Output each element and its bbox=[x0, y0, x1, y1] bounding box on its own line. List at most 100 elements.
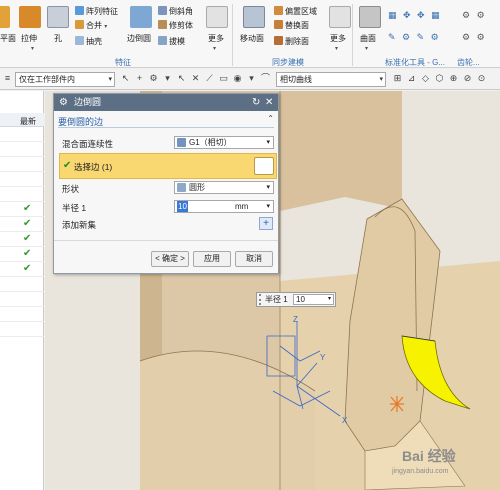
tree-row[interactable]: ✔ bbox=[0, 262, 44, 277]
filter-icon[interactable]: ▾ bbox=[162, 73, 173, 84]
tree-row[interactable] bbox=[0, 292, 44, 307]
draft-button[interactable]: 拔模 bbox=[158, 36, 185, 47]
std-tools-icons[interactable]: ▦ ✥ ✥ ▦ bbox=[388, 10, 442, 20]
tree-row[interactable] bbox=[0, 322, 44, 337]
drag-handle[interactable] bbox=[259, 294, 263, 305]
camera-icon[interactable]: ◉ bbox=[232, 73, 243, 84]
group-feature-label: 特征 bbox=[115, 58, 131, 67]
tool-g-icon[interactable]: ⊙ bbox=[476, 73, 487, 84]
more-features-dropdown-icon[interactable]: ▾ bbox=[213, 44, 216, 54]
gear-tools-icons[interactable]: ⚙ ⚙ bbox=[462, 10, 487, 20]
merge-button[interactable]: 合并 ▾ bbox=[75, 20, 107, 32]
collapse-icon[interactable]: ⌃ bbox=[267, 114, 274, 123]
edges-section-header[interactable]: 要倒圆的边 ⌃ bbox=[58, 114, 274, 128]
tool-c-icon[interactable]: ◇ bbox=[420, 73, 431, 84]
edge-blend-button[interactable]: 边倒圆 bbox=[127, 34, 151, 44]
curve-rule-select[interactable]: 相切曲线 ▾ bbox=[276, 72, 386, 87]
tool-f-icon[interactable]: ⊘ bbox=[462, 73, 473, 84]
tool-d-icon[interactable]: ⬡ bbox=[434, 73, 445, 84]
tree-row[interactable] bbox=[0, 172, 44, 187]
chevron-down-icon[interactable]: ▾ bbox=[266, 201, 270, 212]
continuity-select[interactable]: G1（相切） ▾ bbox=[174, 136, 274, 149]
menu-icon[interactable]: ≡ bbox=[2, 73, 13, 84]
dialog-titlebar[interactable]: ⚙ 边倒圆 ↻ ✕ bbox=[54, 94, 278, 111]
dialog-title: 边倒圆 bbox=[74, 97, 102, 107]
surface-icon[interactable] bbox=[359, 6, 381, 28]
tree-row[interactable] bbox=[0, 307, 44, 322]
group-gear-label: 齿轮... bbox=[457, 58, 480, 67]
extrude-icon[interactable] bbox=[19, 6, 41, 28]
more-sync-dropdown-icon[interactable]: ▾ bbox=[335, 44, 338, 54]
chevron-down-icon: ▾ bbox=[266, 184, 270, 191]
scope-filter-select[interactable]: 仅在工作部件内 ▾ bbox=[15, 72, 115, 87]
reset-icon[interactable]: ↻ bbox=[252, 94, 260, 111]
extrude-button[interactable]: 拉伸 bbox=[21, 34, 37, 44]
tree-row[interactable] bbox=[0, 142, 44, 157]
plane-icon[interactable] bbox=[0, 6, 10, 28]
tree-row[interactable] bbox=[0, 277, 44, 292]
add-new-set-label: 添加新集 bbox=[62, 220, 97, 230]
gear-tools-icons-2[interactable]: ⚙ ⚙ bbox=[462, 32, 487, 42]
deselect-icon[interactable]: ✕ bbox=[190, 73, 201, 84]
edge-blend-icon[interactable] bbox=[130, 6, 152, 28]
floating-radius-field[interactable]: 10 ▾ bbox=[293, 294, 334, 305]
trim-body-button[interactable]: 修剪体 bbox=[158, 20, 193, 31]
apply-button[interactable]: 应用 bbox=[193, 251, 231, 267]
ok-button[interactable]: < 确定 > bbox=[151, 251, 189, 267]
tree-row[interactable]: ✔ bbox=[0, 217, 44, 232]
close-icon[interactable]: ✕ bbox=[265, 94, 273, 111]
shape-select[interactable]: 圆形 ▾ bbox=[174, 181, 274, 194]
edge-mode-icon[interactable]: ▾ bbox=[246, 73, 257, 84]
ribbon-plane-label[interactable]: 平面 bbox=[0, 34, 16, 44]
axis-x-label: X bbox=[342, 416, 348, 425]
select-edge-row[interactable]: ✔ 选择边 (1) bbox=[59, 153, 277, 179]
chamfer-button[interactable]: 倒斜角 bbox=[158, 6, 193, 17]
tool-b-icon[interactable]: ⊿ bbox=[406, 73, 417, 84]
view-icon[interactable]: ▭ bbox=[218, 73, 229, 84]
more-features-button[interactable]: 更多 bbox=[208, 34, 224, 44]
tree-row[interactable]: ✔ bbox=[0, 232, 44, 247]
radius-input[interactable]: 10 mm ▾ bbox=[174, 200, 274, 213]
shell-button[interactable]: 抽壳 bbox=[75, 36, 102, 47]
hole-icon[interactable] bbox=[47, 6, 69, 28]
chevron-down-icon[interactable]: ▾ bbox=[328, 295, 331, 304]
settings-icon[interactable]: ⚙ bbox=[148, 73, 159, 84]
select-arrow2-icon[interactable]: ↖ bbox=[176, 73, 187, 84]
edge-icon[interactable]: ⟋ bbox=[204, 73, 215, 84]
surface-dropdown-icon[interactable]: ▾ bbox=[365, 44, 368, 54]
tool-a-icon[interactable]: ⊞ bbox=[392, 73, 403, 84]
std-tools-icons-2[interactable]: ✎ ⚙ ✎ ⚙ bbox=[388, 32, 441, 42]
more-sync-button[interactable]: 更多 bbox=[330, 34, 346, 44]
column-latest-header[interactable]: 最新 bbox=[20, 116, 36, 127]
tool-e-icon[interactable]: ⊕ bbox=[448, 73, 459, 84]
select-arrow-icon[interactable]: ↖ bbox=[120, 73, 131, 84]
offset-region-button[interactable]: 偏置区域 bbox=[274, 6, 317, 17]
more-sync-icon[interactable] bbox=[329, 6, 351, 28]
floating-radius-input[interactable]: 半径 1 10 ▾ bbox=[256, 292, 336, 307]
surface-button[interactable]: 曲面 bbox=[360, 34, 376, 44]
tree-row[interactable] bbox=[0, 157, 44, 172]
tree-row[interactable] bbox=[0, 187, 44, 202]
ribbon: 平面 拉伸 ▾ 孔 阵列特征 合并 ▾ 抽壳 边倒圆 倒斜角 修剪体 拔模 更多… bbox=[0, 0, 500, 68]
cancel-button[interactable]: 取消 bbox=[235, 251, 273, 267]
add-new-set-button[interactable]: + bbox=[259, 217, 273, 230]
chamfer-icon bbox=[158, 6, 167, 15]
tree-row[interactable]: ✔ bbox=[0, 247, 44, 262]
ribbon-divider bbox=[352, 4, 353, 66]
tree-row[interactable] bbox=[0, 127, 44, 142]
move-face-button[interactable]: 移动面 bbox=[240, 34, 264, 44]
chevron-down-icon: ▾ bbox=[266, 139, 270, 146]
delete-face-button[interactable]: 删除面 bbox=[274, 36, 309, 47]
move-face-icon[interactable] bbox=[243, 6, 265, 28]
cube-icon[interactable] bbox=[254, 157, 274, 175]
replace-face-button[interactable]: 替换面 bbox=[274, 20, 309, 31]
array-feature-button[interactable]: 阵列特征 bbox=[75, 6, 118, 17]
radius-value[interactable]: 10 bbox=[177, 201, 188, 212]
snap-icon[interactable]: + bbox=[134, 73, 145, 84]
settings-icon[interactable]: ⚙ bbox=[59, 94, 68, 111]
curve-icon[interactable]: ⌒ bbox=[260, 73, 271, 84]
tree-row[interactable]: ✔ bbox=[0, 202, 44, 217]
more-features-icon[interactable] bbox=[206, 6, 228, 28]
hole-button[interactable]: 孔 bbox=[54, 34, 62, 44]
extrude-dropdown-icon[interactable]: ▾ bbox=[31, 44, 34, 54]
